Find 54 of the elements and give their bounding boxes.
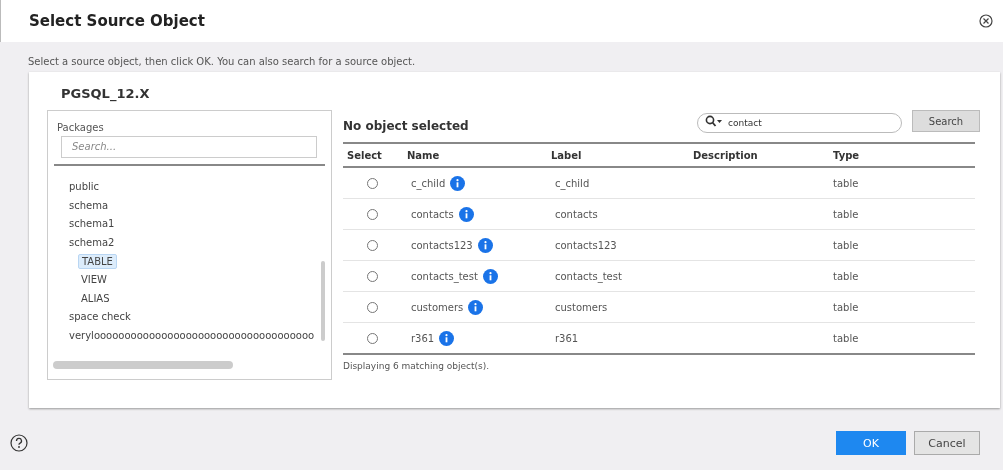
info-icon[interactable] — [450, 175, 466, 191]
table-cell: contacts — [411, 208, 454, 219]
tree-item[interactable]: TABLE — [78, 253, 117, 269]
connection-name: PGSQL_12.X — [60, 86, 151, 104]
table-cell: table — [833, 332, 859, 344]
dialog-title: Select Source Object — [29, 12, 205, 30]
table-cell: contacts123 — [411, 239, 473, 250]
table-cell: r361 — [411, 332, 435, 343]
close-icon[interactable] — [979, 14, 993, 28]
table-cell: customers — [411, 301, 464, 312]
table-cell: contacts_test — [411, 270, 478, 281]
search-button[interactable]: Search — [912, 110, 980, 132]
info-icon[interactable] — [468, 299, 484, 315]
table-cell: table — [833, 177, 859, 189]
tree-item[interactable]: schema — [66, 198, 112, 212]
tree-item[interactable]: veryloooooooooooooooooooooooooooooooooooo — [66, 329, 318, 343]
tree-item[interactable]: VIEW — [78, 273, 110, 287]
column-header: Label — [551, 143, 693, 167]
info-icon[interactable] — [482, 268, 498, 284]
column-header: Type — [833, 143, 975, 167]
tree-item[interactable]: schema1 — [66, 217, 118, 231]
ok-button[interactable]: OK — [836, 431, 906, 455]
packages-label: Packages — [56, 121, 105, 135]
scrollbar[interactable] — [321, 261, 325, 341]
tree-item[interactable]: space check — [66, 310, 134, 324]
column-header: Description — [693, 143, 833, 167]
table-cell: contacts_test — [555, 270, 622, 282]
info-icon[interactable] — [477, 237, 493, 253]
table-cell: table — [833, 301, 859, 313]
table-cell: table — [833, 270, 859, 282]
object-search-field[interactable]: contact — [697, 113, 902, 133]
column-header: Name — [407, 143, 551, 167]
table-cell: c_child — [555, 177, 590, 189]
info-icon[interactable] — [439, 330, 455, 346]
table-cell: contacts123 — [555, 239, 617, 251]
search-icon — [705, 115, 723, 127]
table-cell: c_child — [411, 177, 446, 188]
result-count: Displaying 6 matching object(s). — [343, 360, 491, 371]
table-cell: table — [833, 239, 859, 251]
table-cell: r361 — [555, 332, 579, 344]
table-cell: customers — [555, 301, 608, 313]
column-header: Select — [343, 143, 407, 167]
table-cell: table — [833, 208, 859, 220]
selection-heading: No object selected — [343, 118, 470, 133]
cancel-button[interactable]: Cancel — [914, 431, 980, 455]
tree-item[interactable]: ALIAS — [78, 291, 113, 305]
help-icon[interactable] — [10, 434, 28, 452]
tree-item[interactable]: public — [66, 180, 103, 194]
instruction-text: Select a source object, then click OK. You can also search for a source object. — [27, 55, 417, 69]
package-search-field[interactable]: Search... — [61, 135, 317, 158]
info-icon[interactable] — [458, 206, 474, 222]
scrollbar[interactable] — [53, 361, 233, 369]
tree-item[interactable]: schema2 — [66, 236, 118, 250]
table-cell: contacts — [555, 208, 598, 220]
